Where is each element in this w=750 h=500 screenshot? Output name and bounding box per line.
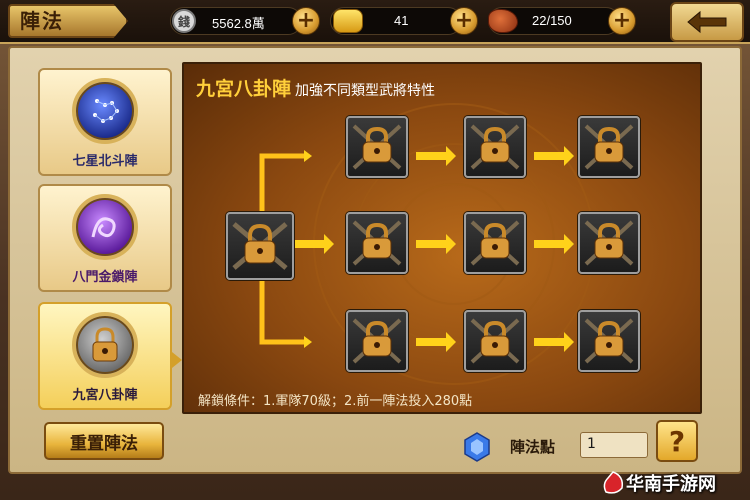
back-arrow-icon: [687, 10, 727, 34]
formation-node-root[interactable]: [226, 212, 294, 280]
formation-node[interactable]: [346, 116, 408, 178]
eight-gate-orb-icon: [72, 194, 138, 260]
help-button[interactable]: ?: [656, 420, 698, 462]
formation-node[interactable]: [464, 116, 526, 178]
lock-icon: [584, 124, 634, 170]
back-button[interactable]: [670, 2, 744, 42]
lock-icon: [352, 124, 402, 170]
silver-coin-icon: 錢: [172, 9, 196, 33]
silver-value: 5562.8萬: [212, 16, 265, 31]
seven-star-orb-icon: [72, 78, 138, 144]
formation-node[interactable]: [346, 310, 408, 372]
formation-subtitle: 加強不同類型武將特性: [295, 83, 436, 99]
add-stamina-button[interactable]: +: [608, 7, 636, 35]
lock-icon: [232, 222, 288, 270]
formation-node[interactable]: [346, 212, 408, 274]
watermark: 华南手游网: [600, 468, 748, 498]
unlock-condition: 解鎖條件：1.軍隊70級；2.前一陣法投入280點: [198, 394, 473, 409]
lock-icon: [584, 220, 634, 266]
reset-formation-button[interactable]: 重置陣法: [44, 422, 164, 460]
gold-ingot-icon: [333, 9, 363, 33]
watermark-logo-icon: [603, 471, 624, 494]
lock-icon: [584, 318, 634, 364]
board-header: 九宮八卦陣 加強不同類型武將特性: [196, 74, 435, 101]
top-bar: 陣法 錢 5562.8萬 + 41 + 22/150 +: [0, 0, 750, 44]
formation-node[interactable]: [578, 116, 640, 178]
lock-icon: [470, 220, 520, 266]
formation-point-gem-icon: [464, 432, 490, 462]
watermark-text: 华南手游网: [626, 474, 716, 495]
formation-points-label: 陣法點: [510, 438, 556, 456]
formation-node[interactable]: [578, 310, 640, 372]
active-pointer: [172, 352, 182, 368]
formation-label: 九宮八卦陣: [72, 388, 138, 403]
lock-icon: [352, 220, 402, 266]
gold-value: 41: [394, 13, 409, 28]
page-title: 陣法: [20, 9, 64, 33]
meat-stamina-icon: [488, 9, 518, 33]
lock-icon: [352, 318, 402, 364]
stamina-value: 22/150: [532, 13, 572, 28]
formation-card-eight-gate[interactable]: 八門金鎖陣: [38, 184, 172, 292]
formation-label: 七星北斗陣: [72, 154, 138, 169]
formation-card-seven-star[interactable]: 七星北斗陣: [38, 68, 172, 176]
formation-node[interactable]: [464, 212, 526, 274]
formation-name: 九宮八卦陣: [196, 78, 292, 100]
lock-icon: [470, 318, 520, 364]
formation-points-value: 1: [580, 432, 648, 458]
add-gold-button[interactable]: +: [450, 7, 478, 35]
formation-label: 八門金鎖陣: [72, 270, 138, 285]
formation-node[interactable]: [578, 212, 640, 274]
nine-palace-lock-orb-icon: [72, 312, 138, 378]
formation-node[interactable]: [464, 310, 526, 372]
add-silver-button[interactable]: +: [292, 7, 320, 35]
lock-icon: [470, 124, 520, 170]
formation-card-nine-palace[interactable]: 九宮八卦陣: [38, 302, 172, 410]
